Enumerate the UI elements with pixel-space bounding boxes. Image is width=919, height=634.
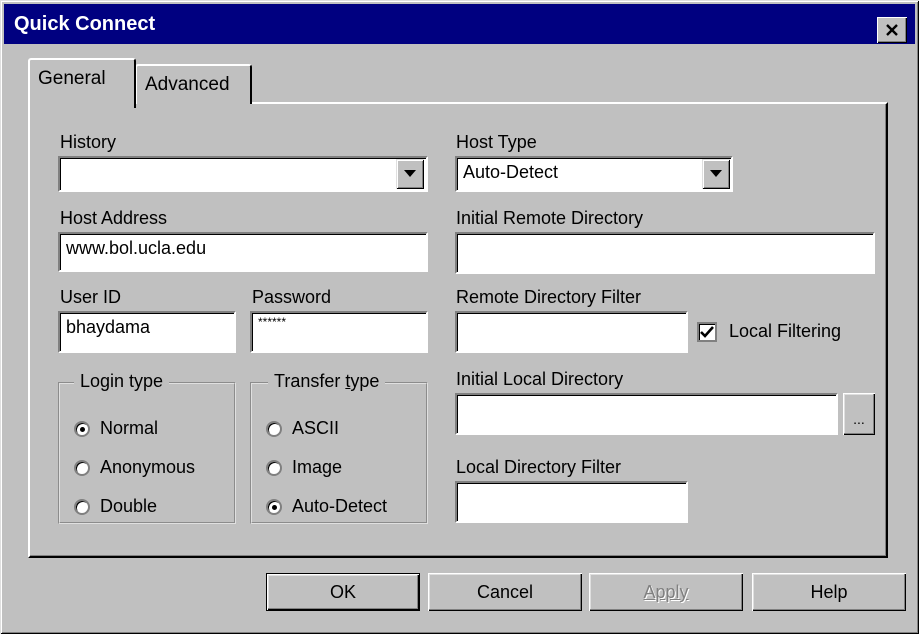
login-type-double-option[interactable]: Double [74, 496, 157, 517]
cancel-button[interactable]: Cancel [428, 573, 582, 611]
cancel-label: Cancel [476, 581, 534, 602]
host-type-dropdown-button[interactable] [702, 159, 730, 189]
local-filtering-checkbox[interactable] [697, 321, 717, 342]
checkmark-icon [700, 325, 714, 338]
history-dropdown-button[interactable] [396, 159, 424, 189]
ok-button[interactable]: OK [266, 573, 420, 611]
remote-directory-filter-label: Remote Directory Filter [456, 287, 642, 307]
login-anonymous-label: Anonymous [100, 457, 196, 477]
local-filtering-option[interactable]: Local Filtering [697, 321, 841, 342]
transfer-type-image-option[interactable]: Image [266, 457, 342, 478]
chevron-down-icon [710, 170, 722, 177]
password-input[interactable]: ****** [250, 311, 428, 353]
user-id-input[interactable]: bhaydama [58, 311, 236, 353]
login-double-radio[interactable] [74, 498, 90, 515]
local-directory-filter-label: Local Directory Filter [456, 457, 622, 477]
remote-directory-filter-input[interactable] [455, 311, 688, 353]
user-id-label: User ID [60, 287, 122, 307]
initial-local-directory-label: Initial Local Directory [456, 369, 624, 389]
transfer-ascii-label: ASCII [292, 418, 340, 438]
transfer-image-radio[interactable] [266, 459, 282, 476]
title-bar[interactable]: Quick Connect [4, 4, 915, 44]
user-id-value: bhaydama [66, 317, 151, 337]
transfer-type-auto-detect-option[interactable]: Auto-Detect [266, 496, 387, 517]
password-value: ****** [258, 315, 287, 329]
browse-label: ... [853, 411, 865, 427]
browse-local-directory-button[interactable]: ... [843, 393, 875, 435]
host-address-label: Host Address [60, 208, 168, 228]
history-label: History [60, 132, 117, 152]
tab-general[interactable]: General [28, 58, 136, 108]
help-button[interactable]: Help [752, 573, 906, 611]
login-type-normal-option[interactable]: Normal [74, 418, 158, 439]
host-address-input[interactable]: www.bol.ucla.edu [58, 232, 428, 272]
tab-advanced[interactable]: Advanced [135, 64, 252, 104]
host-address-value: www.bol.ucla.edu [66, 238, 207, 258]
transfer-image-label: Image [292, 457, 343, 477]
chevron-down-icon [404, 170, 416, 177]
quick-connect-dialog: Quick Connect General Advanced History H… [0, 0, 919, 634]
tab-advanced-label: Advanced [145, 74, 230, 95]
initial-local-directory-input[interactable] [455, 393, 838, 435]
transfer-type-ascii-option[interactable]: ASCII [266, 418, 339, 439]
initial-remote-directory-label: Initial Remote Directory [456, 208, 644, 228]
transfer-type-legend-prefix: Transfer [274, 371, 346, 391]
login-anonymous-radio[interactable] [74, 459, 90, 476]
transfer-ascii-radio[interactable] [266, 420, 282, 437]
login-type-anonymous-option[interactable]: Anonymous [74, 457, 195, 478]
window-title: Quick Connect [14, 13, 156, 35]
password-label: Password [252, 287, 332, 307]
login-double-label: Double [100, 496, 158, 516]
apply-label: Apply [643, 581, 689, 602]
transfer-type-legend-suffix: ype [350, 371, 380, 391]
login-normal-radio[interactable] [74, 420, 90, 437]
history-combobox[interactable] [58, 156, 428, 192]
local-directory-filter-input[interactable] [455, 481, 688, 523]
host-type-select[interactable]: Auto-Detect [455, 156, 733, 192]
help-label: Help [810, 581, 848, 602]
local-filtering-label: Local Filtering [729, 321, 842, 341]
apply-button[interactable]: Apply [589, 573, 743, 611]
initial-remote-directory-input[interactable] [455, 232, 875, 274]
close-button[interactable] [877, 17, 907, 43]
transfer-type-legend: Transfer type [268, 371, 386, 392]
transfer-auto-detect-label: Auto-Detect [292, 496, 388, 516]
ok-label: OK [329, 581, 356, 602]
close-icon [886, 24, 898, 36]
tab-general-label: General [38, 68, 106, 89]
transfer-auto-detect-radio[interactable] [266, 498, 282, 515]
login-normal-label: Normal [100, 418, 159, 438]
host-type-value: Auto-Detect [463, 162, 559, 182]
login-type-legend: Login type [74, 371, 170, 392]
host-type-label: Host Type [456, 132, 537, 152]
